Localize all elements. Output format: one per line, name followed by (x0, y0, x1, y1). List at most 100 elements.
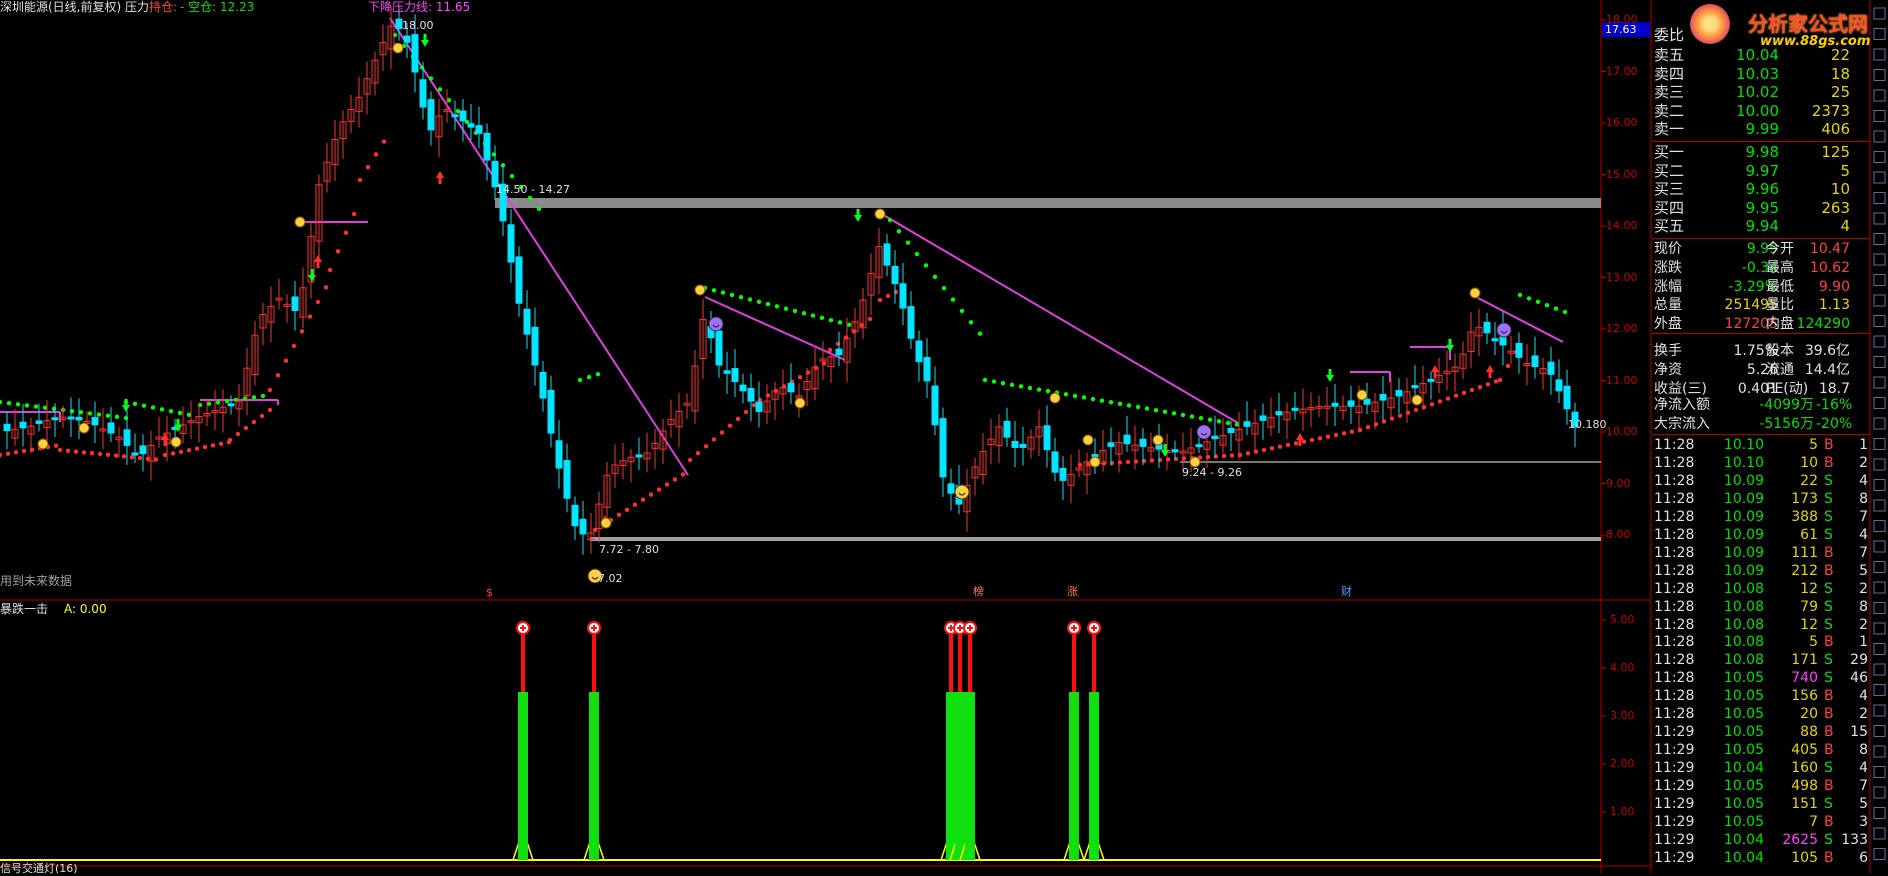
price-axis-label: 11.00 (1606, 373, 1638, 387)
order-book-row[interactable]: 卖一 9.99 406 (1654, 120, 1870, 138)
money-flow-pct: -20% (1816, 415, 1853, 432)
stop-dot-red (1421, 404, 1427, 410)
downtrend-label: 下降压力线: 11.65 (368, 0, 471, 14)
event-marker-list[interactable]: 榜 (973, 585, 984, 599)
stop-dot-red (1333, 432, 1339, 438)
tick-side: S (1824, 598, 1833, 615)
tick-side: B (1824, 437, 1834, 453)
side-tool-icon (1873, 766, 1886, 778)
order-book-volume: 125 (1821, 143, 1850, 161)
tick-side: B (1824, 454, 1834, 471)
stop-dot-green (177, 410, 183, 416)
stop-dot-red (1477, 384, 1483, 390)
order-book-row[interactable]: 卖五 10.04 22 (1654, 46, 1870, 64)
tick-row: 11:28 10.10 10 B 2 (1654, 454, 1870, 472)
stop-dot-red (13, 450, 19, 455)
stop-dot-red (186, 448, 192, 453)
smiley-icon (954, 484, 970, 500)
quote-label: 总量 (1654, 297, 1682, 314)
stop-dot-red (170, 451, 176, 456)
quote-label: 净资 (1654, 361, 1682, 378)
side-tool-icon (1873, 171, 1886, 184)
stop-dot-green (923, 263, 929, 268)
candle-down (3, 423, 11, 432)
order-book-volume: 18 (1830, 64, 1850, 83)
tick-count: 133 (1841, 831, 1868, 848)
tick-side: B (1824, 724, 1834, 741)
smiley-icon (1496, 322, 1512, 338)
order-book-label: 买四 (1654, 198, 1685, 217)
indicator-title: 暴跌一击 (0, 602, 49, 616)
chart-canvas[interactable] (0, 0, 1888, 873)
order-book-row[interactable]: 买三 9.96 10 (1654, 180, 1870, 198)
stop-dot-red (210, 443, 216, 448)
candle-down (19, 421, 27, 429)
stop-dot-green (774, 304, 780, 309)
quote-value: 1.13 (1818, 297, 1850, 314)
stop-dot-red (1077, 462, 1083, 468)
candle-down (1139, 438, 1147, 447)
order-book-row[interactable]: 卖二 10.00 2373 (1654, 102, 1870, 120)
tick-count: 2 (1859, 706, 1868, 723)
tick-time: 11:28 (1654, 580, 1695, 597)
stop-dot-red (885, 293, 891, 299)
stop-dot-green (1081, 395, 1087, 400)
tick-price: 10.05 (1723, 742, 1764, 759)
tick-row: 11:28 10.05 740 S 46 (1654, 669, 1870, 687)
candle-down (723, 370, 731, 374)
candle-down (1411, 385, 1419, 389)
tick-count: 4 (1859, 526, 1868, 543)
price-axis-label: 13.00 (1606, 270, 1638, 284)
side-toolbar[interactable] (1873, 7, 1886, 860)
tick-volume: 173 (1791, 490, 1818, 507)
order-book-price: 10.03 (1736, 64, 1779, 83)
candlestick-series (3, 6, 1579, 555)
down-arrow-icon (122, 399, 130, 412)
order-book-row[interactable]: 买五 9.94 4 (1654, 217, 1870, 235)
stop-dot-red (632, 502, 638, 507)
indicator-red-bar (1072, 630, 1076, 692)
tick-row: 11:29 10.04 105 B 6 (1654, 849, 1870, 867)
candle-down (1395, 390, 1403, 397)
indicator-axis-label: 5.00 (1610, 613, 1635, 626)
order-book-label: 买五 (1654, 217, 1685, 236)
bottom-tab[interactable]: 信号交通灯(16) (0, 862, 78, 876)
order-book-price: 10.00 (1736, 101, 1779, 120)
price-axis-label: 14.00 (1606, 219, 1638, 232)
current-price-tag: 17.63 (1605, 23, 1637, 36)
stop-dot-green (792, 308, 798, 314)
order-book-label: 卖四 (1654, 64, 1685, 83)
order-book-row[interactable]: 买一 9.98 125 (1654, 143, 1870, 161)
stop-dot-green (260, 393, 266, 399)
candle-down (939, 418, 947, 478)
stop-dot-red (1133, 459, 1139, 464)
order-book-label: 卖三 (1654, 83, 1685, 102)
tick-side: S (1824, 490, 1833, 507)
event-marker-dollar[interactable]: $ (486, 586, 493, 600)
side-tool-icon (1873, 561, 1886, 573)
tick-side: B (1824, 562, 1834, 579)
candle-down (1363, 398, 1371, 405)
side-tool-icon (1873, 622, 1886, 635)
event-marker-finance[interactable]: 财 (1341, 585, 1352, 599)
stop-dot-red (178, 449, 184, 454)
order-book-row[interactable]: 买四 9.95 263 (1654, 199, 1870, 217)
candle-down (1547, 361, 1555, 375)
order-book-row[interactable]: 买二 9.97 5 (1654, 162, 1870, 180)
side-tool-icon (1873, 376, 1886, 389)
tick-price: 10.09 (1723, 526, 1764, 543)
stop-dot-green (810, 313, 816, 318)
stop-dot-green (536, 206, 542, 211)
order-book-price: 10.04 (1736, 46, 1779, 64)
event-marker-rise[interactable]: 涨 (1067, 585, 1078, 599)
stop-dot-red (113, 453, 119, 458)
order-book-row[interactable]: 卖四 10.03 18 (1654, 65, 1870, 83)
up-arrow-icon (436, 171, 444, 184)
tick-time: 11:28 (1654, 544, 1695, 561)
candle-down (555, 440, 563, 469)
candle-down (1059, 467, 1067, 481)
tick-row: 11:28 10.09 388 S 7 (1654, 508, 1870, 526)
order-book-row[interactable]: 卖三 10.02 25 (1654, 83, 1870, 101)
indicator-green-bar (1069, 692, 1079, 860)
price-axis-label: 15.00 (1606, 167, 1638, 181)
